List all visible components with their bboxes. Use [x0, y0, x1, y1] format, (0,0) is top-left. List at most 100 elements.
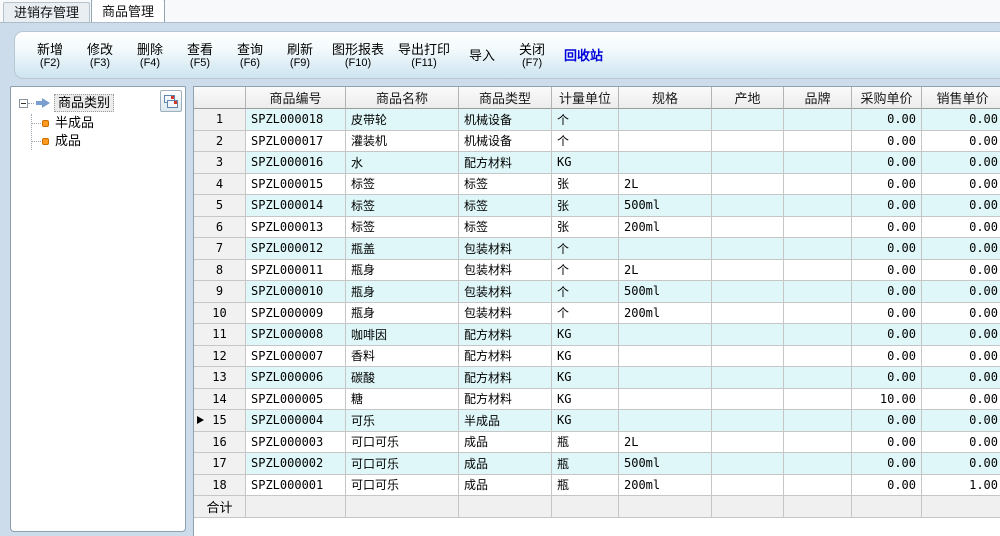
- cell-code[interactable]: SPZL000011: [246, 260, 346, 282]
- cell-purchase[interactable]: 0.00: [852, 131, 922, 153]
- column-header[interactable]: 销售单价: [922, 87, 1000, 109]
- table-row[interactable]: 10SPZL000009瓶身包装材料个200ml0.000.00: [194, 303, 1000, 325]
- table-row[interactable]: 12SPZL000007香料配方材料KG0.000.00: [194, 346, 1000, 368]
- cell-brand[interactable]: [784, 432, 852, 454]
- toolbar-button-delete[interactable]: 删除(F4): [125, 40, 175, 71]
- tree-collapse-icon[interactable]: [19, 99, 28, 108]
- cell-code[interactable]: SPZL000017: [246, 131, 346, 153]
- cell-unit[interactable]: 瓶: [552, 432, 619, 454]
- column-header[interactable]: 产地: [712, 87, 784, 109]
- tab-purchase-sale-stock[interactable]: 进销存管理: [3, 2, 90, 22]
- cell-type[interactable]: 标签: [459, 195, 552, 217]
- cell-type[interactable]: 标签: [459, 217, 552, 239]
- column-header[interactable]: 商品编号: [246, 87, 346, 109]
- cell-spec[interactable]: 500ml: [619, 453, 712, 475]
- cell-sale[interactable]: 0.00: [922, 324, 1000, 346]
- cell-type[interactable]: 配方材料: [459, 346, 552, 368]
- cell-origin[interactable]: [712, 238, 784, 260]
- table-row[interactable]: 13SPZL000006碳酸配方材料KG0.000.00: [194, 367, 1000, 389]
- cell-type[interactable]: 包装材料: [459, 303, 552, 325]
- cell-unit[interactable]: 个: [552, 131, 619, 153]
- cell-num[interactable]: 6: [194, 217, 246, 239]
- cell-name[interactable]: 瓶盖: [346, 238, 459, 260]
- cell-type[interactable]: 配方材料: [459, 324, 552, 346]
- cell-spec[interactable]: 200ml: [619, 217, 712, 239]
- toolbar-button-import[interactable]: 导入: [457, 46, 507, 65]
- cell-spec[interactable]: 200ml: [619, 475, 712, 497]
- cell-code[interactable]: SPZL000014: [246, 195, 346, 217]
- table-row[interactable]: 14SPZL000005糖配方材料KG10.000.00: [194, 389, 1000, 411]
- cell-unit[interactable]: 张: [552, 217, 619, 239]
- cell-spec[interactable]: 500ml: [619, 195, 712, 217]
- cell-num[interactable]: 13: [194, 367, 246, 389]
- toolbar-button-recycle-bin[interactable]: 回收站: [557, 46, 610, 65]
- cell-code[interactable]: SPZL000007: [246, 346, 346, 368]
- toolbar-button-export-print[interactable]: 导出打印(F11): [391, 40, 457, 71]
- cell-origin[interactable]: [712, 453, 784, 475]
- cell-name[interactable]: 咖啡因: [346, 324, 459, 346]
- cell-name[interactable]: 碳酸: [346, 367, 459, 389]
- tab-product-management[interactable]: 商品管理: [91, 0, 165, 22]
- cell-brand[interactable]: [784, 324, 852, 346]
- cell-purchase[interactable]: 0.00: [852, 453, 922, 475]
- cell-code[interactable]: SPZL000003: [246, 432, 346, 454]
- cell-brand[interactable]: [784, 195, 852, 217]
- cell-sale[interactable]: 0.00: [922, 410, 1000, 432]
- cell-unit[interactable]: 张: [552, 174, 619, 196]
- cell-name[interactable]: 瓶身: [346, 260, 459, 282]
- cell-num[interactable]: 1: [194, 109, 246, 131]
- cell-num[interactable]: 17: [194, 453, 246, 475]
- table-row[interactable]: 6SPZL000013标签标签张200ml0.000.00: [194, 217, 1000, 239]
- cell-origin[interactable]: [712, 195, 784, 217]
- cell-origin[interactable]: [712, 152, 784, 174]
- column-header[interactable]: 规格: [619, 87, 712, 109]
- cell-num[interactable]: 18: [194, 475, 246, 497]
- cell-code[interactable]: SPZL000008: [246, 324, 346, 346]
- table-row[interactable]: 18SPZL000001可口可乐成品瓶200ml0.001.00: [194, 475, 1000, 497]
- cell-spec[interactable]: 2L: [619, 260, 712, 282]
- cell-name[interactable]: 可口可乐: [346, 432, 459, 454]
- cell-num[interactable]: 12: [194, 346, 246, 368]
- cell-sale[interactable]: 0.00: [922, 281, 1000, 303]
- cell-unit[interactable]: KG: [552, 389, 619, 411]
- cell-sale[interactable]: 0.00: [922, 238, 1000, 260]
- cell-type[interactable]: 配方材料: [459, 367, 552, 389]
- column-header[interactable]: 采购单价: [852, 87, 922, 109]
- cell-num[interactable]: 11: [194, 324, 246, 346]
- cell-code[interactable]: SPZL000012: [246, 238, 346, 260]
- cell-purchase[interactable]: 0.00: [852, 324, 922, 346]
- cell-unit[interactable]: 瓶: [552, 453, 619, 475]
- cell-code[interactable]: SPZL000001: [246, 475, 346, 497]
- cell-num[interactable]: 8: [194, 260, 246, 282]
- cell-code[interactable]: SPZL000002: [246, 453, 346, 475]
- cell-spec[interactable]: [619, 410, 712, 432]
- cell-code[interactable]: SPZL000006: [246, 367, 346, 389]
- toolbar-button-view[interactable]: 查看(F5): [175, 40, 225, 71]
- cell-brand[interactable]: [784, 174, 852, 196]
- tree-root-label[interactable]: 商品类别: [54, 94, 114, 112]
- cell-sale[interactable]: 0.00: [922, 217, 1000, 239]
- cell-name[interactable]: 水: [346, 152, 459, 174]
- cell-code[interactable]: SPZL000016: [246, 152, 346, 174]
- cell-name[interactable]: 标签: [346, 174, 459, 196]
- cell-unit[interactable]: KG: [552, 367, 619, 389]
- cell-type[interactable]: 半成品: [459, 410, 552, 432]
- column-header[interactable]: 计量单位: [552, 87, 619, 109]
- cell-code[interactable]: SPZL000015: [246, 174, 346, 196]
- cell-num[interactable]: 15: [194, 410, 246, 432]
- table-row[interactable]: 7SPZL000012瓶盖包装材料个0.000.00: [194, 238, 1000, 260]
- cell-unit[interactable]: 张: [552, 195, 619, 217]
- cell-num[interactable]: 14: [194, 389, 246, 411]
- cell-spec[interactable]: [619, 324, 712, 346]
- cell-type[interactable]: 机械设备: [459, 109, 552, 131]
- table-row[interactable]: 3SPZL000016水配方材料KG0.000.00: [194, 152, 1000, 174]
- cell-num[interactable]: 3: [194, 152, 246, 174]
- cell-origin[interactable]: [712, 109, 784, 131]
- cell-purchase[interactable]: 0.00: [852, 260, 922, 282]
- cell-name[interactable]: 香料: [346, 346, 459, 368]
- cell-spec[interactable]: 2L: [619, 174, 712, 196]
- table-row[interactable]: 8SPZL000011瓶身包装材料个2L0.000.00: [194, 260, 1000, 282]
- toolbar-button-add[interactable]: 新增(F2): [25, 40, 75, 71]
- cell-sale[interactable]: 0.00: [922, 367, 1000, 389]
- tree-layout-button[interactable]: [160, 90, 182, 112]
